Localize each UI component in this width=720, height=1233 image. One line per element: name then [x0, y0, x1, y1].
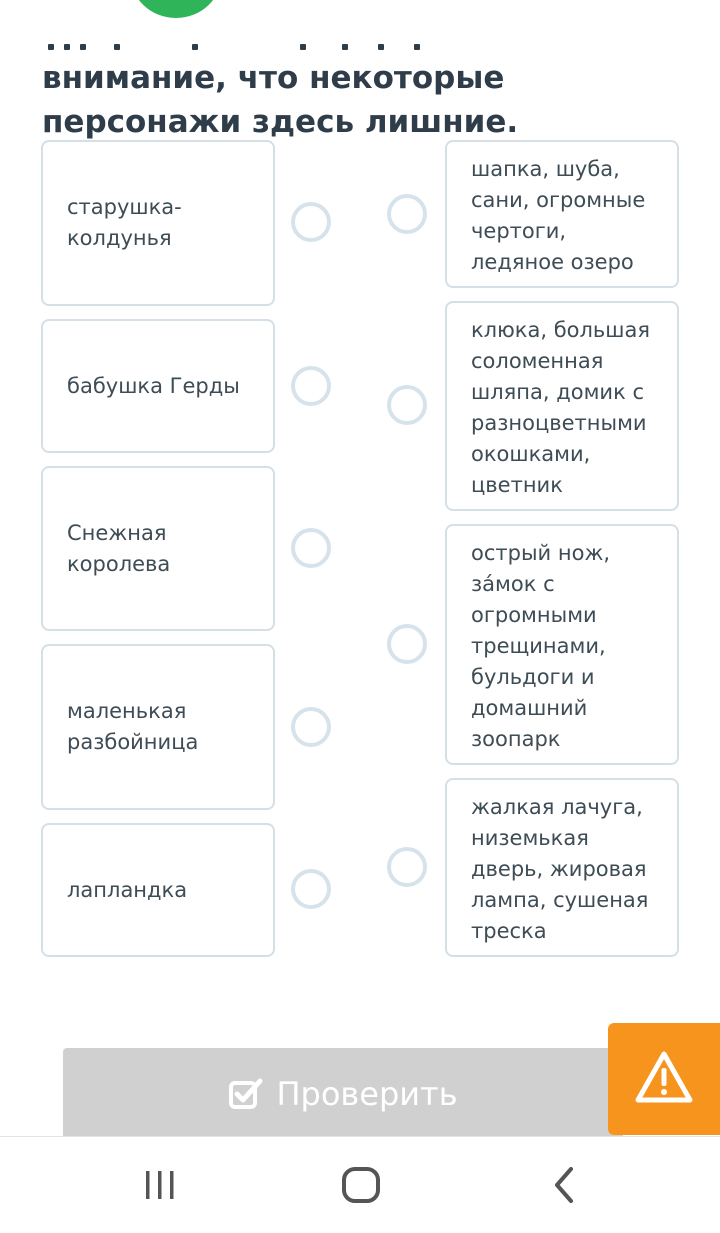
right-card-knife-attributes[interactable]: острый нож, за́мок с огромными трещинами… — [445, 524, 679, 765]
question-text: внимание, что некоторые персонажи здесь … — [42, 56, 682, 144]
card-label: старушка- колдунья — [67, 195, 182, 250]
progress-indicator-circle — [130, 0, 222, 18]
question-line-1: внимание, что некоторые — [42, 60, 505, 96]
left-card-babushka[interactable]: бабушка Герды — [41, 319, 275, 453]
card-label: шапка, шуба, сани, огромные чертоги, лед… — [471, 157, 646, 274]
checkbox-icon — [228, 1077, 264, 1111]
left-connector-dot[interactable] — [291, 528, 331, 568]
card-label: острый нож, за́мок с огромными трещинами… — [471, 541, 611, 751]
recent-apps-icon[interactable] — [140, 1165, 180, 1205]
right-card-snow-attributes[interactable]: шапка, шуба, сани, огромные чертоги, лед… — [445, 140, 679, 288]
question-line-2: персонажи здесь лишние. — [42, 104, 519, 140]
left-connector-dot[interactable] — [291, 366, 331, 406]
left-card-snow-queen[interactable]: Снежная королева — [41, 466, 275, 631]
card-label: лапландка — [67, 877, 188, 902]
card-label: маленькая разбойница — [67, 699, 199, 754]
card-label: бабушка Герды — [67, 373, 240, 398]
left-connector-dot[interactable] — [291, 707, 331, 747]
right-card-crutch-attributes[interactable]: клюка, большая соломенная шляпа, домик с… — [445, 301, 679, 511]
check-button[interactable]: Проверить — [63, 1048, 623, 1140]
right-connector-dot[interactable] — [387, 847, 427, 887]
left-card-laplander[interactable]: лапландка — [41, 823, 275, 957]
right-card-hut-attributes[interactable]: жалкая лачуга, низемькая дверь, жировая … — [445, 778, 679, 957]
left-card-robber-girl[interactable]: маленькая разбойница — [41, 644, 275, 810]
system-navigation-bar — [0, 1136, 720, 1233]
card-label: клюка, большая соломенная шляпа, домик с… — [471, 318, 651, 497]
left-connector-dot[interactable] — [291, 869, 331, 909]
right-connector-dot[interactable] — [387, 385, 427, 425]
right-connector-dot[interactable] — [387, 624, 427, 664]
back-icon[interactable] — [546, 1165, 582, 1205]
clipped-question-line — [42, 36, 492, 50]
home-icon[interactable] — [340, 1165, 382, 1205]
report-problem-button[interactable] — [608, 1023, 720, 1135]
left-connector-dot[interactable] — [291, 202, 331, 242]
left-card-starushka[interactable]: старушка- колдунья — [41, 140, 275, 306]
warning-icon — [634, 1050, 694, 1108]
card-label: жалкая лачуга, низемькая дверь, жировая … — [471, 795, 649, 943]
right-connector-dot[interactable] — [387, 194, 427, 234]
check-button-label: Проверить — [276, 1075, 458, 1113]
card-label: Снежная королева — [67, 520, 171, 576]
